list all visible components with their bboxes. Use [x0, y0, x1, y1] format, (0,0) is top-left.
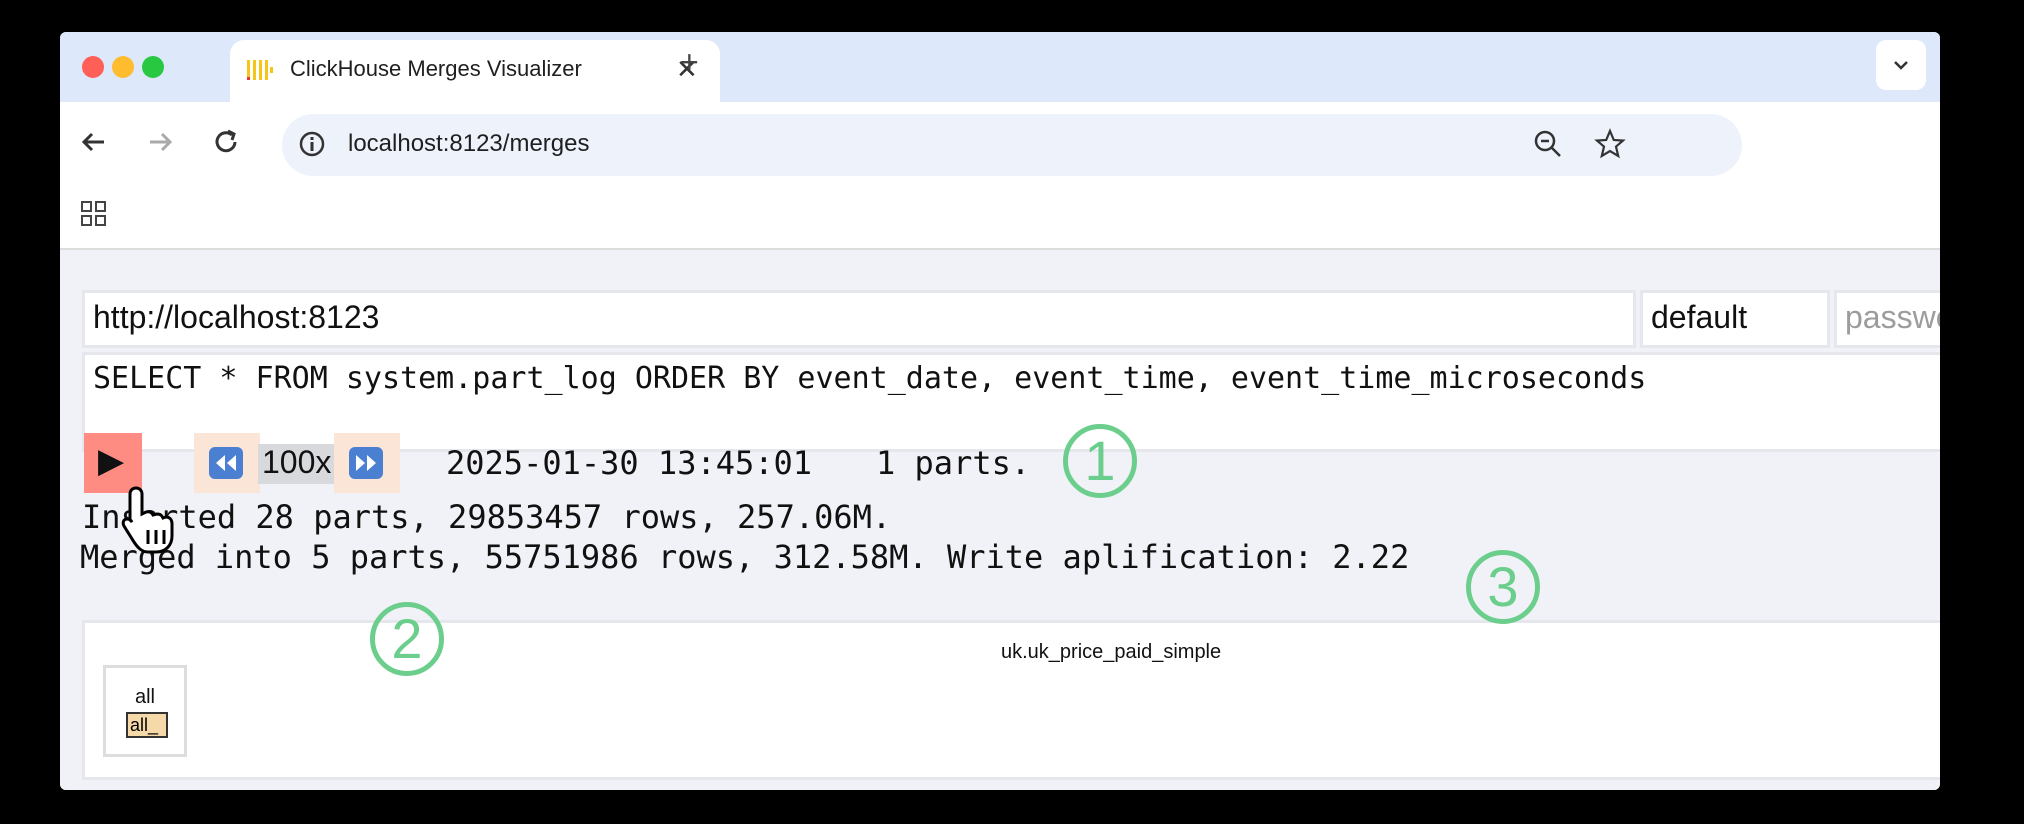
page-content: http://localhost:8123 default password S…	[60, 250, 1940, 790]
fast-forward-icon	[349, 447, 383, 479]
annotation-3: 3	[1466, 550, 1540, 624]
tab-strip: ClickHouse Merges Visualizer ✕ +	[60, 32, 1940, 102]
part-chip[interactable]: all_	[126, 712, 168, 738]
back-arrow-icon[interactable]	[74, 122, 114, 162]
chevron-down-icon	[1894, 61, 1908, 70]
url-text[interactable]: localhost:8123/merges	[348, 130, 589, 158]
partition-label: all	[134, 686, 155, 708]
password-placeholder: password	[1845, 299, 1940, 335]
zoom-out-icon[interactable]	[1532, 128, 1564, 160]
merges-visualization: uk.uk_price_paid_simple all all_	[82, 620, 1940, 780]
apps-grid-icon[interactable]	[80, 200, 108, 228]
address-bar[interactable]: localhost:8123/merges	[282, 114, 1742, 176]
new-tab-button[interactable]: +	[680, 44, 699, 81]
browser-tab-active[interactable]: ClickHouse Merges Visualizer ✕	[230, 40, 720, 102]
host-input[interactable]: http://localhost:8123	[82, 290, 1636, 348]
close-window-button[interactable]	[82, 56, 104, 78]
clickhouse-logo-icon	[247, 60, 273, 80]
forward-arrow-icon[interactable]	[140, 122, 180, 162]
faster-button[interactable]	[334, 433, 400, 493]
partition-box: all all_	[103, 665, 187, 757]
reload-icon[interactable]	[206, 122, 246, 162]
hand-pointer-icon	[121, 486, 174, 554]
tab-title: ClickHouse Merges Visualizer	[290, 56, 582, 81]
minimize-window-button[interactable]	[112, 56, 134, 78]
speed-indicator: 100x	[258, 444, 336, 484]
zoom-window-button[interactable]	[142, 56, 164, 78]
password-input[interactable]: password	[1834, 290, 1940, 348]
info-icon[interactable]	[298, 130, 326, 158]
rewind-icon	[209, 447, 243, 479]
inserted-stats: Inserted 28 parts, 29853457 rows, 257.06…	[82, 498, 892, 536]
part-label: all_	[130, 715, 159, 735]
playback-timestamp: 2025-01-30 13:45:01	[446, 444, 813, 482]
user-input[interactable]: default	[1640, 290, 1830, 348]
slower-button[interactable]	[194, 433, 260, 493]
annotation-2: 2	[370, 602, 444, 676]
play-icon: ▶	[98, 442, 125, 480]
bookmark-star-icon[interactable]	[1594, 128, 1626, 160]
browser-window: ClickHouse Merges Visualizer ✕ + localho…	[60, 32, 1940, 790]
parts-count: 1 parts.	[876, 444, 1031, 482]
bookmarks-bar	[60, 180, 1940, 250]
tab-search-button[interactable]	[1876, 40, 1926, 90]
merged-stats: Merged into 5 parts, 55751986 rows, 312.…	[80, 538, 1410, 576]
annotation-1: 1	[1063, 424, 1137, 498]
table-name: uk.uk_price_paid_simple	[1001, 641, 1222, 663]
